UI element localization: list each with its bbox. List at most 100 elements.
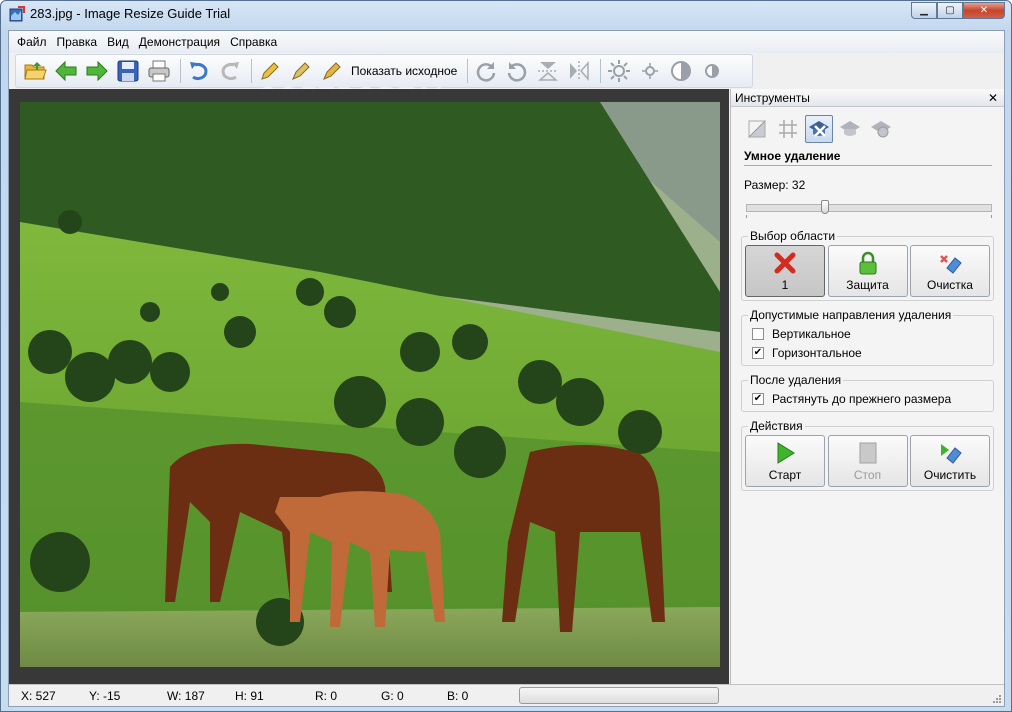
- menu-file[interactable]: Файл: [17, 35, 47, 49]
- rotate-clockwise-icon: [477, 62, 496, 82]
- rotate-cw-button[interactable]: [472, 57, 500, 85]
- size-slider[interactable]: [746, 200, 992, 218]
- resize-grip-icon[interactable]: [992, 694, 1002, 704]
- clear-area-label: Очистка: [927, 278, 973, 292]
- image-canvas[interactable]: [9, 89, 729, 684]
- tool-selector: [731, 107, 1004, 143]
- crop-tool-button[interactable]: [743, 115, 771, 143]
- green-lock-icon: [859, 251, 876, 275]
- redo-button[interactable]: [216, 57, 244, 85]
- horizontal-checkbox[interactable]: ✔: [752, 346, 764, 359]
- minimize-button[interactable]: ▁: [911, 2, 937, 19]
- panel-close-icon[interactable]: ✕: [988, 91, 998, 105]
- flip-horizontal-icon: [570, 61, 590, 81]
- pencil-icon: [261, 62, 279, 80]
- menu-view[interactable]: Вид: [107, 35, 129, 49]
- slider-track: [746, 204, 992, 212]
- app-window: 283.jpg - Image Resize Guide Trial ▁ ▢ ✕…: [0, 0, 1012, 712]
- forward-button[interactable]: [83, 57, 111, 85]
- brush-tool-button[interactable]: [287, 57, 315, 85]
- menu-demo[interactable]: Демонстрация: [139, 35, 220, 49]
- tools-panel: Инструменты ✕ Умное удаление Размер: 32 …: [730, 89, 1004, 684]
- grid-tool-button[interactable]: [774, 115, 802, 143]
- protect-area-label: Защита: [846, 278, 889, 292]
- status-bar: X: 527 Y: -15 W: 187 H: 91 R: 0 G: 0 B: …: [9, 684, 1004, 706]
- status-b: B: 0: [447, 689, 469, 703]
- protect-area-button[interactable]: Защита: [827, 245, 908, 297]
- brightness-up-button[interactable]: [605, 57, 633, 85]
- start-label: Старт: [768, 468, 802, 482]
- status-w: W: 187: [167, 689, 205, 703]
- status-g: G: 0: [381, 689, 404, 703]
- contrast-up-button[interactable]: [667, 57, 695, 85]
- horizontal-label: Горизонтальное: [772, 345, 862, 360]
- arrow-left-icon: [55, 60, 77, 82]
- client-area: Файл Правка Вид Демонстрация Справка Пок…: [8, 30, 1005, 707]
- open-button[interactable]: [21, 57, 49, 85]
- rotate-ccw-button[interactable]: [503, 57, 531, 85]
- progress-bar: [519, 687, 719, 704]
- crop-icon: [747, 119, 766, 138]
- status-r: R: 0: [315, 689, 338, 703]
- vertical-checkbox[interactable]: [752, 327, 764, 340]
- save-button[interactable]: [114, 57, 142, 85]
- menu-help[interactable]: Справка: [230, 35, 277, 49]
- contrast-small-icon: [705, 64, 720, 78]
- redo-icon: [221, 62, 239, 80]
- print-button[interactable]: [145, 57, 173, 85]
- menu-edit[interactable]: Правка: [57, 35, 98, 49]
- contrast-large-icon: [671, 61, 692, 81]
- stretch-option[interactable]: ✔ Растянуть до прежнего размера: [745, 389, 990, 408]
- gear-cap-icon: [871, 121, 891, 138]
- marker-tool-button[interactable]: [318, 57, 346, 85]
- flip-horizontal-button[interactable]: [565, 57, 593, 85]
- close-button[interactable]: ✕: [963, 2, 1005, 19]
- title-bar[interactable]: 283.jpg - Image Resize Guide Trial ▁ ▢ ✕: [1, 1, 1011, 28]
- contrast-down-button[interactable]: [698, 57, 726, 85]
- slider-thumb[interactable]: [821, 200, 829, 214]
- smart-remove-tool-button[interactable]: [805, 115, 833, 143]
- toolbar: Показать исходное: [15, 54, 753, 88]
- close-icon: ✕: [979, 5, 989, 16]
- section-title: Умное удаление: [744, 149, 992, 166]
- arrow-right-icon: [86, 60, 108, 82]
- printer-icon: [148, 60, 170, 82]
- stop-icon: [859, 442, 876, 464]
- vertical-option[interactable]: Вертикальное: [745, 324, 990, 343]
- status-y: Y: -15: [89, 689, 121, 703]
- flip-vertical-button[interactable]: [534, 57, 562, 85]
- stop-label: Стоп: [853, 468, 882, 482]
- horizontal-option[interactable]: ✔ Горизонтальное: [745, 343, 990, 362]
- directions-group: Допустимые направления удаления Вертикал…: [741, 308, 994, 366]
- area-group-label: Выбор области: [748, 229, 838, 243]
- clear-icon: [941, 444, 962, 464]
- actions-group: Действия Старт Стоп Очистить: [741, 419, 994, 491]
- start-button[interactable]: Старт: [745, 435, 825, 487]
- menu-bar: Файл Правка Вид Демонстрация Справка: [9, 31, 1004, 53]
- window-title: 283.jpg - Image Resize Guide Trial: [30, 6, 231, 21]
- clear-area-button[interactable]: Очистка: [910, 245, 990, 297]
- auto-tool-button[interactable]: [867, 115, 895, 143]
- actions-group-label: Действия: [748, 419, 805, 433]
- clear-all-button[interactable]: Очистить: [910, 435, 990, 487]
- graduation-tool-button[interactable]: [836, 115, 864, 143]
- stretch-checkbox[interactable]: ✔: [752, 392, 764, 405]
- maximize-button[interactable]: ▢: [937, 2, 963, 19]
- remove-area-button[interactable]: 1: [745, 245, 825, 297]
- brightness-down-button[interactable]: [636, 57, 664, 85]
- red-x-icon: [774, 252, 796, 274]
- status-h: H: 91: [235, 689, 264, 703]
- stop-button[interactable]: Стоп: [827, 435, 908, 487]
- show-original-button[interactable]: Показать исходное: [351, 64, 457, 78]
- remove-area-label: 1: [781, 278, 789, 292]
- back-button[interactable]: [52, 57, 80, 85]
- undo-icon: [190, 62, 208, 80]
- pencil-tool-button[interactable]: [256, 57, 284, 85]
- floppy-disk-icon: [117, 60, 139, 82]
- rotate-counterclockwise-icon: [508, 62, 527, 82]
- area-group: Выбор области 1 Защита Очистка: [741, 229, 994, 301]
- undo-button[interactable]: [185, 57, 213, 85]
- app-icon: [9, 6, 25, 22]
- toolbar-separator: [251, 59, 252, 83]
- sun-large-icon: [608, 60, 631, 82]
